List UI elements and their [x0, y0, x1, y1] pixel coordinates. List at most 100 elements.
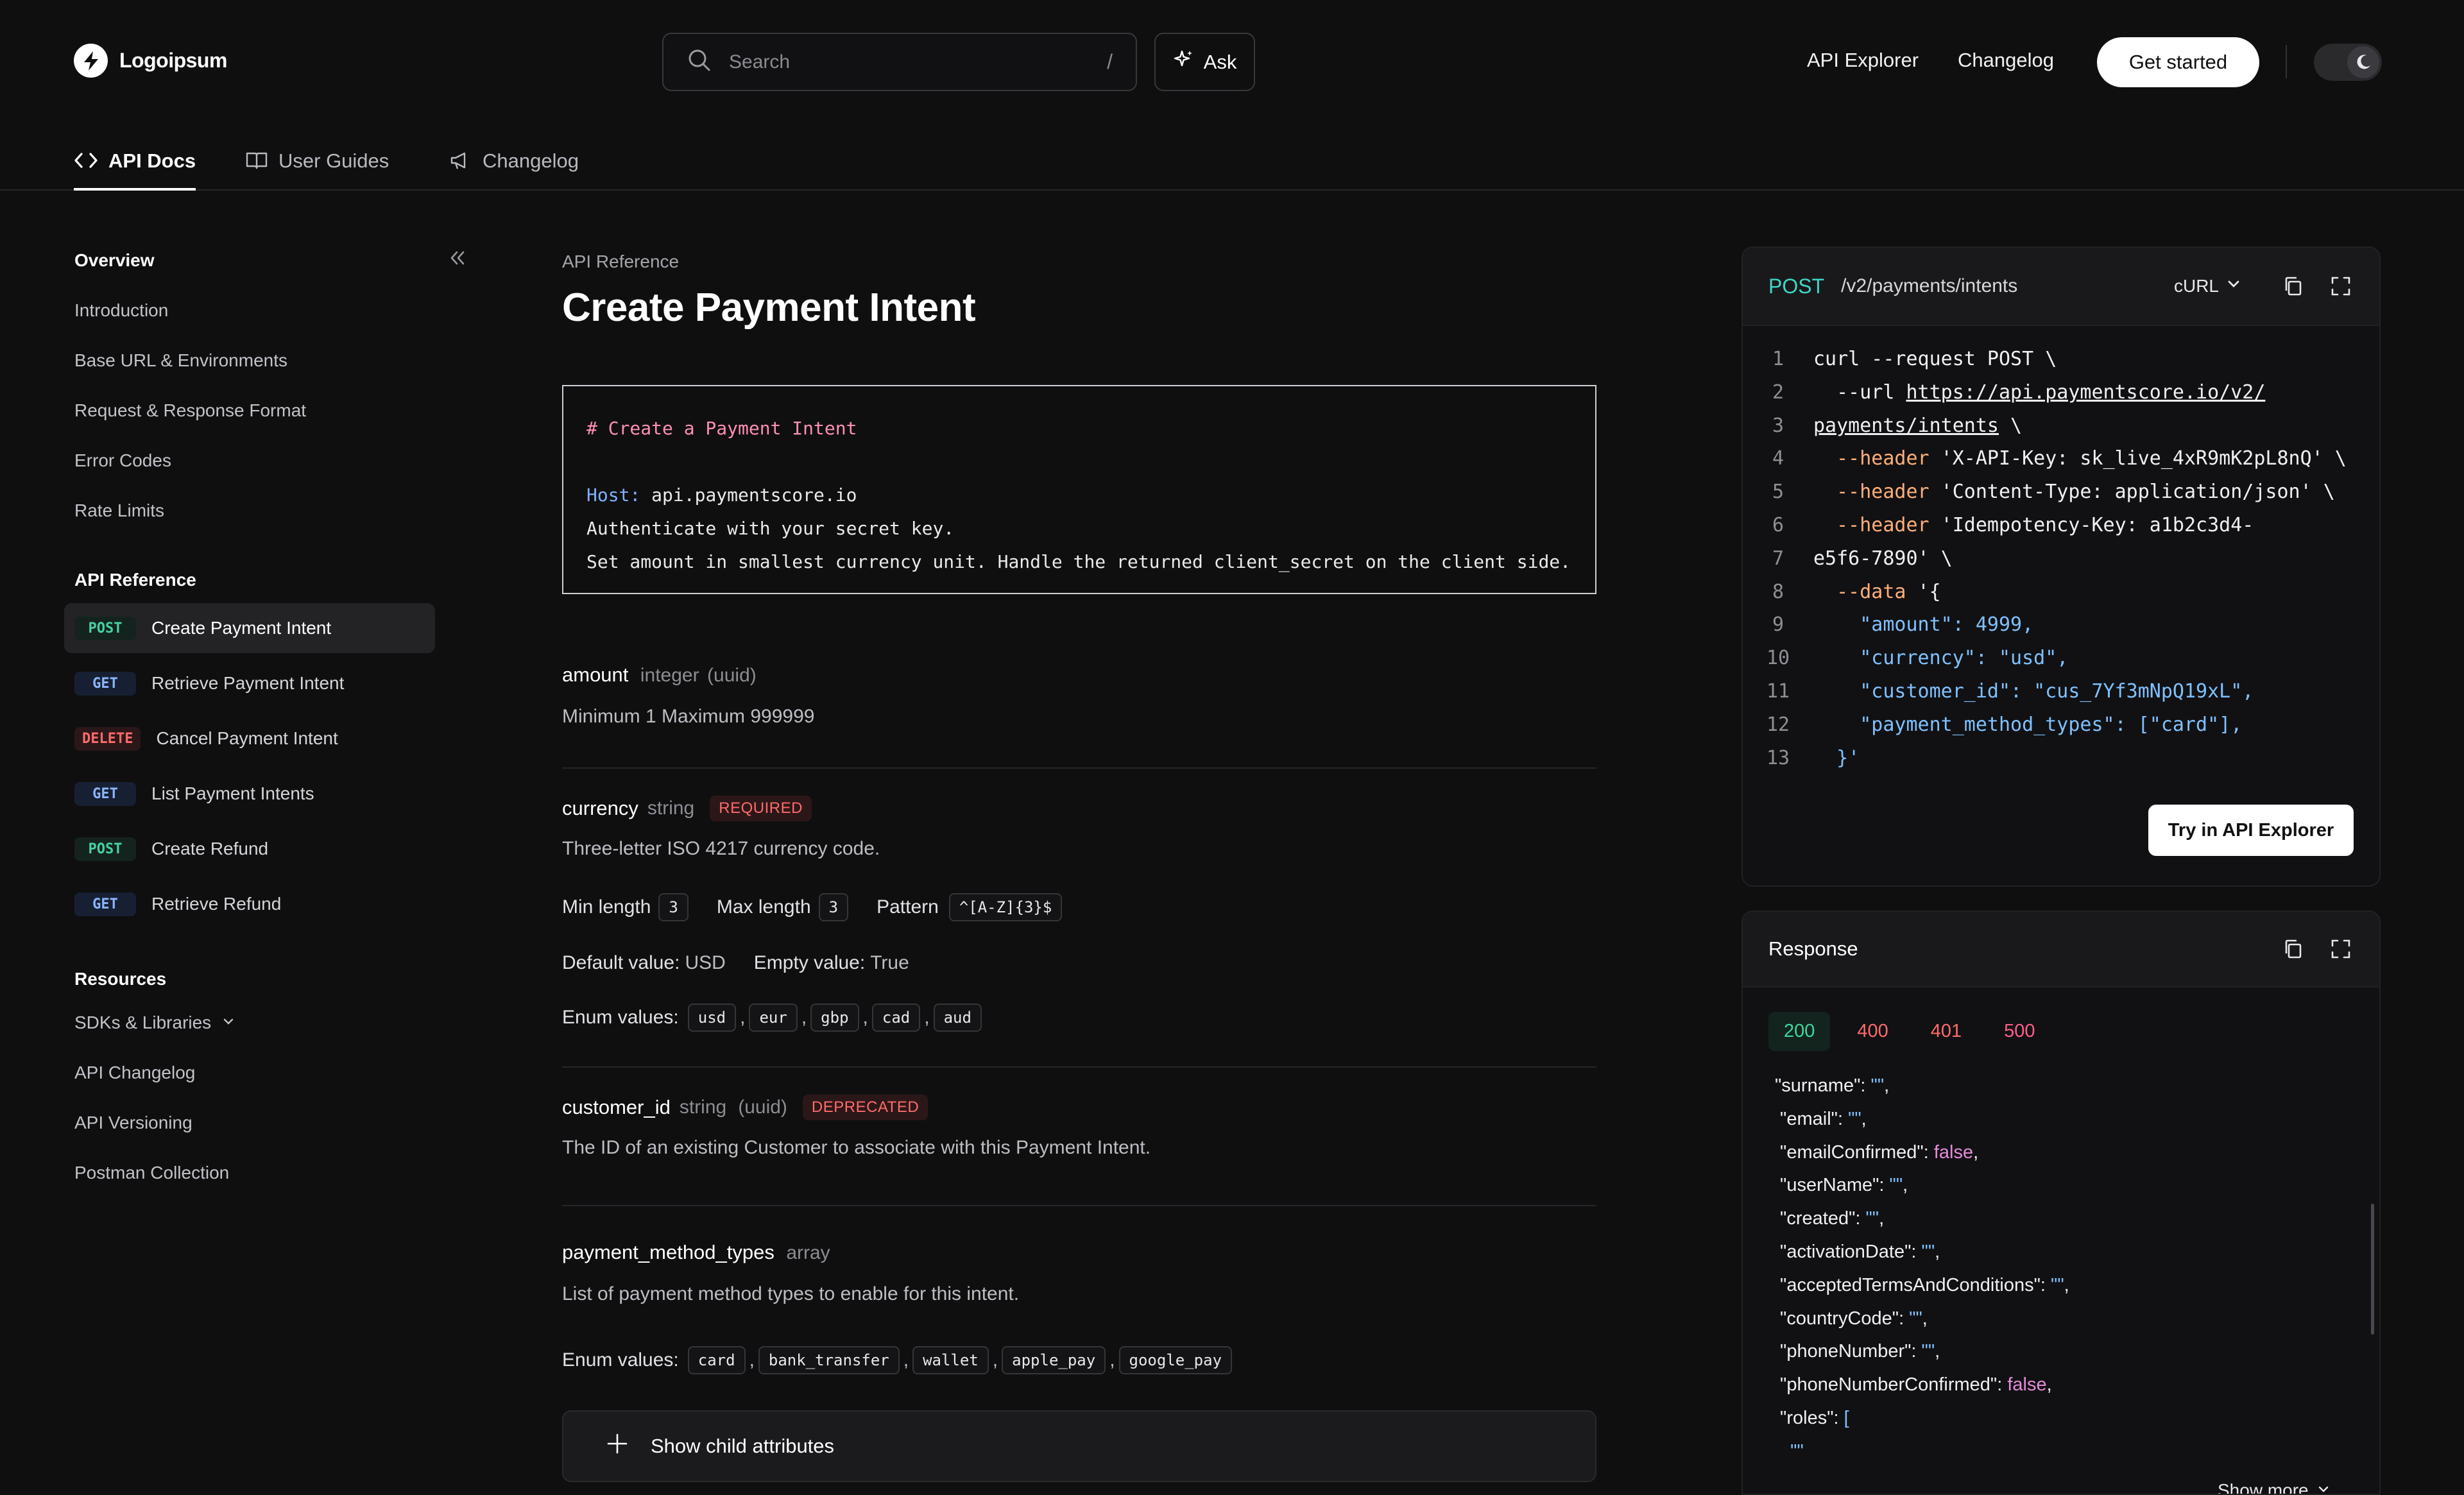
tab-changelog[interactable]: Changelog — [449, 138, 579, 191]
method-badge: GET — [74, 671, 136, 696]
expand-icon[interactable] — [2328, 273, 2354, 299]
megaphone-icon — [449, 150, 472, 176]
sidebar-item-list-payment-intents[interactable]: GET List Payment Intents — [64, 769, 435, 819]
param-name: customer_id — [562, 1096, 671, 1118]
sidebar-item-rate-limits[interactable]: Rate Limits — [74, 500, 164, 521]
request-method: POST — [1768, 274, 1825, 298]
breadcrumb: API Reference — [562, 252, 680, 271]
required-badge: REQUIRED — [710, 796, 812, 821]
request-code: 1 curl --request POST \ 2 --url https://a… — [1766, 348, 2347, 769]
sidebar-item-create-refund[interactable]: POST Create Refund — [64, 824, 435, 874]
tab-label: User Guides — [278, 150, 389, 172]
try-in-api-explorer-button[interactable]: Try in API Explorer — [2148, 805, 2354, 856]
param-payment-method-types: payment_method_types array List of payme… — [562, 1241, 1596, 1305]
sidebar-item-request-response[interactable]: Request & Response Format — [74, 400, 306, 421]
sidebar-item-retrieve-refund[interactable]: GET Retrieve Refund — [64, 879, 435, 929]
currency-defaults: Default value: USD Empty value: True — [562, 952, 909, 974]
search-input[interactable]: Search / — [662, 33, 1137, 91]
language-select[interactable]: cURL — [2174, 276, 2242, 297]
logo-bolt-icon — [74, 44, 108, 78]
tab-label: Changelog — [483, 150, 579, 172]
sidebar-item-retrieve-payment-intent[interactable]: GET Retrieve Payment Intent — [64, 658, 435, 708]
tab-user-guides[interactable]: User Guides — [245, 138, 389, 191]
param-currency: currency string REQUIRED Three-letter IS… — [562, 796, 1596, 860]
param-format: (uuid) — [707, 665, 757, 686]
tab-api-docs[interactable]: API Docs — [74, 138, 196, 191]
language-select-value: cURL — [2173, 276, 2219, 296]
sidebar-item-api-versioning[interactable]: API Versioning — [74, 1113, 193, 1133]
response-scrollbar[interactable] — [2371, 1204, 2374, 1335]
copy-icon[interactable] — [2280, 936, 2306, 962]
moon-icon — [2347, 46, 2379, 78]
collapse-sidebar-icon[interactable] — [447, 247, 468, 272]
intro-comment: # Create a Payment Intent — [586, 418, 857, 439]
empty-label: Empty value: — [753, 952, 866, 973]
show-more-label: Show more — [2218, 1480, 2309, 1495]
enum-chip: wallet — [912, 1346, 989, 1374]
copy-icon[interactable] — [2280, 273, 2306, 299]
enum-chip: eur — [749, 1004, 798, 1032]
top-bar: Logoipsum Search / Ask API Explorer Chan… — [0, 0, 2464, 124]
intro-line: Authenticate with your secret key. — [586, 518, 955, 539]
expand-icon[interactable] — [2328, 936, 2354, 962]
show-child-label: Show child attributes — [651, 1435, 835, 1457]
sidebar-item-create-payment-intent[interactable]: POST Create Payment Intent — [64, 603, 435, 653]
enum-chip: usd — [687, 1004, 737, 1032]
intro-host-key: Host: — [586, 484, 641, 506]
response-panel: Response 200 400 401 500 "surname": "", … — [1741, 910, 2381, 1495]
enum-chip: gbp — [810, 1004, 859, 1032]
intro-host-value: api.paymentscore.io — [640, 484, 857, 506]
param-amount: amount integer (uuid) Minimum 1 Maximum … — [562, 663, 1596, 728]
search-icon — [687, 47, 712, 76]
status-tab-400[interactable]: 400 — [1842, 1012, 1903, 1051]
param-description: The ID of an existing Customer to associ… — [562, 1137, 1151, 1158]
show-more-button[interactable]: Show more — [2218, 1480, 2331, 1495]
sidebar-item-postman-collection[interactable]: Postman Collection — [74, 1163, 229, 1183]
status-tab-200[interactable]: 200 — [1768, 1012, 1831, 1051]
ask-button[interactable]: Ask — [1154, 33, 1255, 91]
theme-toggle[interactable] — [2314, 44, 2382, 81]
enum-chip: apple_pay — [1002, 1346, 1106, 1374]
get-started-button[interactable]: Get started — [2097, 37, 2259, 87]
intro-line: Set amount in smallest currency unit. Ha… — [586, 551, 1571, 572]
enum-chip: cad — [871, 1004, 921, 1032]
ask-label: Ask — [1203, 50, 1237, 73]
search-placeholder: Search — [729, 51, 791, 73]
intro-code-block: # Create a Payment Intent Host: api.paym… — [562, 385, 1596, 594]
status-tab-401[interactable]: 401 — [1915, 1012, 1977, 1051]
sidebar-item-cancel-payment-intent[interactable]: DELETE Cancel Payment Intent — [64, 713, 435, 764]
nav-changelog[interactable]: Changelog — [1958, 49, 2054, 72]
sidebar-item-error-codes[interactable]: Error Codes — [74, 450, 171, 471]
show-child-attributes-button[interactable]: Show child attributes — [562, 1410, 1596, 1482]
status-tab-500[interactable]: 500 — [1989, 1012, 2050, 1051]
response-title: Response — [1768, 937, 1858, 960]
sidebar-item-introduction[interactable]: Introduction — [74, 300, 168, 321]
logo[interactable]: Logoipsum — [74, 44, 227, 78]
sidebar-item-label: Cancel Payment Intent — [156, 728, 338, 748]
request-panel: POST /v2/payments/intents cURL 1 curl --r… — [1741, 246, 2381, 887]
response-body: "surname": "", "email": "", "emailConfir… — [1775, 1075, 2069, 1462]
payment-method-enum-values: Enum values: card, bank_transfer, wallet… — [562, 1346, 1233, 1374]
divider — [562, 1205, 1596, 1206]
sidebar-section-api-reference: API Reference — [74, 570, 196, 590]
sidebar-item-label: List Payment Intents — [151, 783, 314, 803]
currency-enum-values: Enum values: usd, eur, gbp, cad, aud — [562, 1004, 982, 1032]
param-name: payment_method_types — [562, 1241, 774, 1263]
chevron-down-icon — [2316, 1480, 2331, 1494]
deprecated-badge: DEPRECATED — [802, 1095, 928, 1120]
default-value: USD — [685, 952, 726, 973]
sidebar-item-sdks[interactable]: SDKs & Libraries — [74, 1012, 235, 1033]
min-length-label: Min length — [562, 896, 651, 918]
sidebar-section-overview: Overview — [74, 250, 155, 270]
enum-chip: card — [687, 1346, 746, 1374]
param-description: Minimum 1 Maximum 999999 — [562, 706, 815, 727]
sidebar-item-api-changelog[interactable]: API Changelog — [74, 1063, 195, 1083]
nav-api-explorer[interactable]: API Explorer — [1807, 49, 1919, 72]
sidebar-item-base-url[interactable]: Base URL & Environments — [74, 350, 287, 371]
method-badge: POST — [74, 837, 136, 861]
enum-chip: aud — [933, 1004, 982, 1032]
sidebar-section-resources: Resources — [74, 969, 167, 989]
empty-value: True — [870, 952, 909, 973]
param-type: array — [786, 1242, 830, 1263]
pattern-label: Pattern — [877, 896, 939, 918]
